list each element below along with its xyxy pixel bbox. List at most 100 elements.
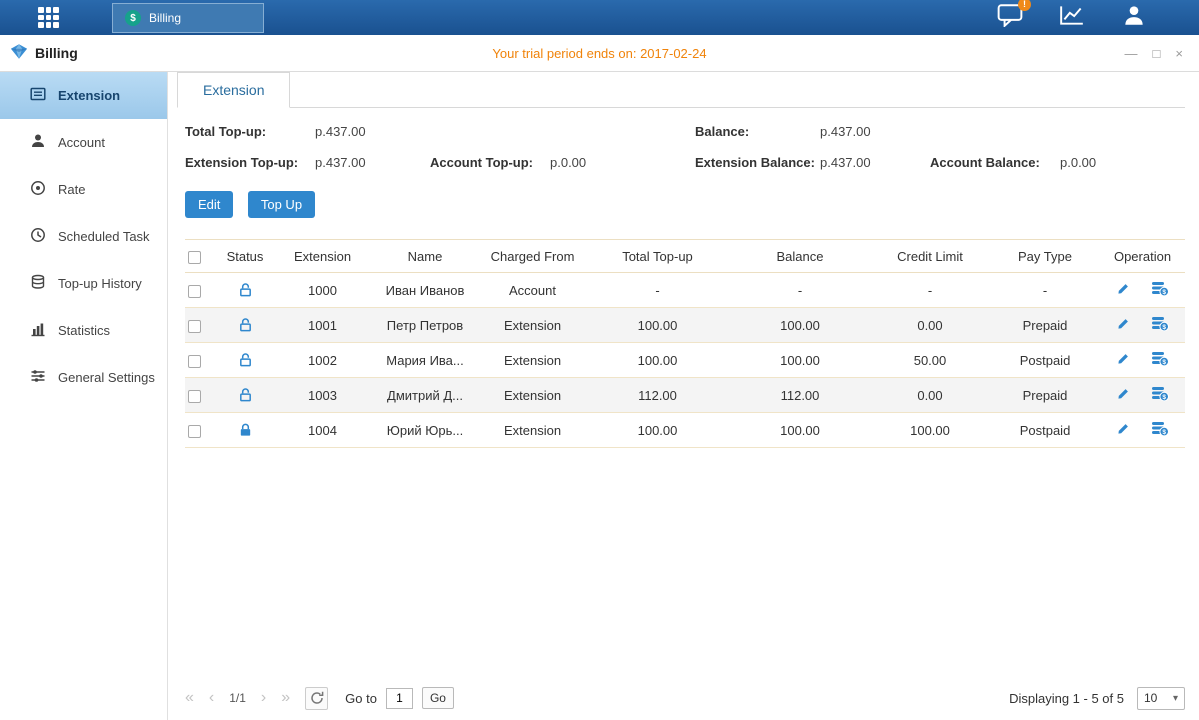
- sidebar-item-label: Extension: [58, 88, 120, 103]
- topup-row-icon[interactable]: $: [1151, 351, 1169, 370]
- edit-row-icon[interactable]: [1116, 316, 1131, 334]
- user-icon: [1121, 13, 1147, 30]
- edit-row-icon[interactable]: [1116, 421, 1131, 439]
- pagination: « ‹ 1/1 › » Go to Go Displaying 1 - 5 of…: [185, 684, 1185, 712]
- prev-page-button[interactable]: ‹: [209, 687, 214, 709]
- row-checkbox[interactable]: [188, 425, 201, 438]
- balance-cell: 100.00: [730, 413, 870, 448]
- main-panel: Extension Total Top-up: p.437.00 Balance…: [168, 72, 1199, 720]
- refresh-button[interactable]: [305, 687, 328, 710]
- pagination-controls: « ‹ 1/1 › » Go to Go: [185, 687, 454, 710]
- extension-icon: [30, 86, 46, 105]
- sidebar-item-topup-history[interactable]: Top-up History: [0, 260, 167, 307]
- row-checkbox[interactable]: [188, 320, 201, 333]
- sidebar-item-general-settings[interactable]: General Settings: [0, 354, 167, 401]
- rate-icon: [30, 180, 46, 199]
- pay-type-cell: Postpaid: [990, 343, 1100, 378]
- row-checkbox[interactable]: [188, 285, 201, 298]
- tab-bar: Extension: [177, 72, 1185, 108]
- apps-grid-icon[interactable]: [38, 7, 59, 28]
- table-row: 1001 Петр Петров Extension 100.00 100.00…: [185, 308, 1185, 343]
- edit-row-icon[interactable]: [1116, 281, 1131, 299]
- topbar-icons: !: [997, 3, 1199, 32]
- topup-row-icon[interactable]: $: [1151, 316, 1169, 335]
- summary-value: p.0.00: [1060, 155, 1185, 170]
- sidebar-item-statistics[interactable]: Statistics: [0, 307, 167, 354]
- topbar-tab-billing[interactable]: $ Billing: [112, 3, 264, 33]
- window-title: Billing: [0, 43, 78, 63]
- svg-text:$: $: [1162, 324, 1166, 331]
- select-all-checkbox[interactable]: [188, 251, 201, 264]
- page-size-select[interactable]: 10 ▾: [1137, 687, 1185, 710]
- summary-value: p.0.00: [550, 155, 695, 170]
- svg-text:$: $: [1162, 359, 1166, 366]
- extensions-table: Status Extension Name Charged From Total…: [185, 239, 1185, 448]
- sidebar-item-label: Account: [58, 135, 105, 150]
- table-row: 1003 Дмитрий Д... Extension 112.00 112.0…: [185, 378, 1185, 413]
- status-lock-icon: [238, 317, 253, 332]
- topup-row-icon[interactable]: $: [1151, 421, 1169, 440]
- minimize-button[interactable]: —: [1125, 35, 1138, 72]
- line-chart-icon: [1059, 13, 1085, 30]
- svg-text:$: $: [1162, 429, 1166, 436]
- col-balance: Balance: [730, 240, 870, 273]
- row-checkbox[interactable]: [188, 355, 201, 368]
- extension-cell: 1003: [275, 378, 370, 413]
- topbar-tab-label: Billing: [149, 11, 181, 25]
- page-size-value: 10: [1144, 691, 1157, 705]
- pagination-summary: Displaying 1 - 5 of 5 10 ▾: [1009, 687, 1185, 710]
- close-button[interactable]: ×: [1175, 35, 1183, 72]
- summary-label: Account Top-up:: [430, 155, 550, 170]
- go-button[interactable]: Go: [422, 687, 454, 709]
- summary-value: p.437.00: [820, 155, 930, 170]
- clock-icon: [30, 227, 46, 246]
- name-cell: Юрий Юрь...: [370, 413, 480, 448]
- svg-text:$: $: [1162, 289, 1166, 296]
- goto-page-input[interactable]: [386, 688, 413, 709]
- edit-button[interactable]: Edit: [185, 191, 233, 218]
- row-checkbox[interactable]: [188, 390, 201, 403]
- notifications-button[interactable]: !: [997, 3, 1023, 32]
- pay-type-cell: Prepaid: [990, 378, 1100, 413]
- topbar: $ Billing !: [0, 0, 1199, 35]
- next-page-button[interactable]: ›: [261, 687, 266, 709]
- top-up-button[interactable]: Top Up: [248, 191, 315, 218]
- edit-row-icon[interactable]: [1116, 386, 1131, 404]
- first-page-button[interactable]: «: [185, 687, 194, 709]
- credit-limit-cell: 0.00: [870, 378, 990, 413]
- summary-label: Total Top-up:: [185, 124, 315, 139]
- total-topup-cell: 100.00: [585, 308, 730, 343]
- sidebar-item-extension[interactable]: Extension: [0, 72, 167, 119]
- status-lock-icon: [238, 387, 253, 402]
- status-lock-icon: [238, 352, 253, 367]
- col-total-topup: Total Top-up: [585, 240, 730, 273]
- summary-value: p.437.00: [820, 124, 930, 139]
- topup-row-icon[interactable]: $: [1151, 281, 1169, 300]
- window-title-text: Billing: [35, 45, 78, 61]
- account-menu-button[interactable]: [1121, 4, 1147, 31]
- extension-cell: 1001: [275, 308, 370, 343]
- sidebar-item-rate[interactable]: Rate: [0, 166, 167, 213]
- pay-type-cell: -: [990, 273, 1100, 308]
- sidebar-item-label: General Settings: [58, 370, 155, 385]
- edit-row-icon[interactable]: [1116, 351, 1131, 369]
- sidebar-item-scheduled-task[interactable]: Scheduled Task: [0, 213, 167, 260]
- topup-row-icon[interactable]: $: [1151, 386, 1169, 405]
- caret-down-icon: ▾: [1173, 693, 1178, 704]
- sidebar-item-label: Rate: [58, 182, 85, 197]
- total-topup-cell: 100.00: [585, 413, 730, 448]
- sidebar-item-account[interactable]: Account: [0, 119, 167, 166]
- col-operation: Operation: [1100, 240, 1185, 273]
- billing-diamond-icon: [10, 43, 28, 63]
- reports-button[interactable]: [1059, 4, 1085, 31]
- balance-cell: -: [730, 273, 870, 308]
- maximize-button[interactable]: □: [1153, 35, 1161, 72]
- sidebar-item-label: Top-up History: [58, 276, 142, 291]
- last-page-button[interactable]: »: [281, 687, 290, 709]
- total-topup-cell: -: [585, 273, 730, 308]
- table-header-row: Status Extension Name Charged From Total…: [185, 240, 1185, 273]
- name-cell: Мария Ива...: [370, 343, 480, 378]
- balance-cell: 112.00: [730, 378, 870, 413]
- tab-extension[interactable]: Extension: [177, 72, 290, 108]
- name-cell: Петр Петров: [370, 308, 480, 343]
